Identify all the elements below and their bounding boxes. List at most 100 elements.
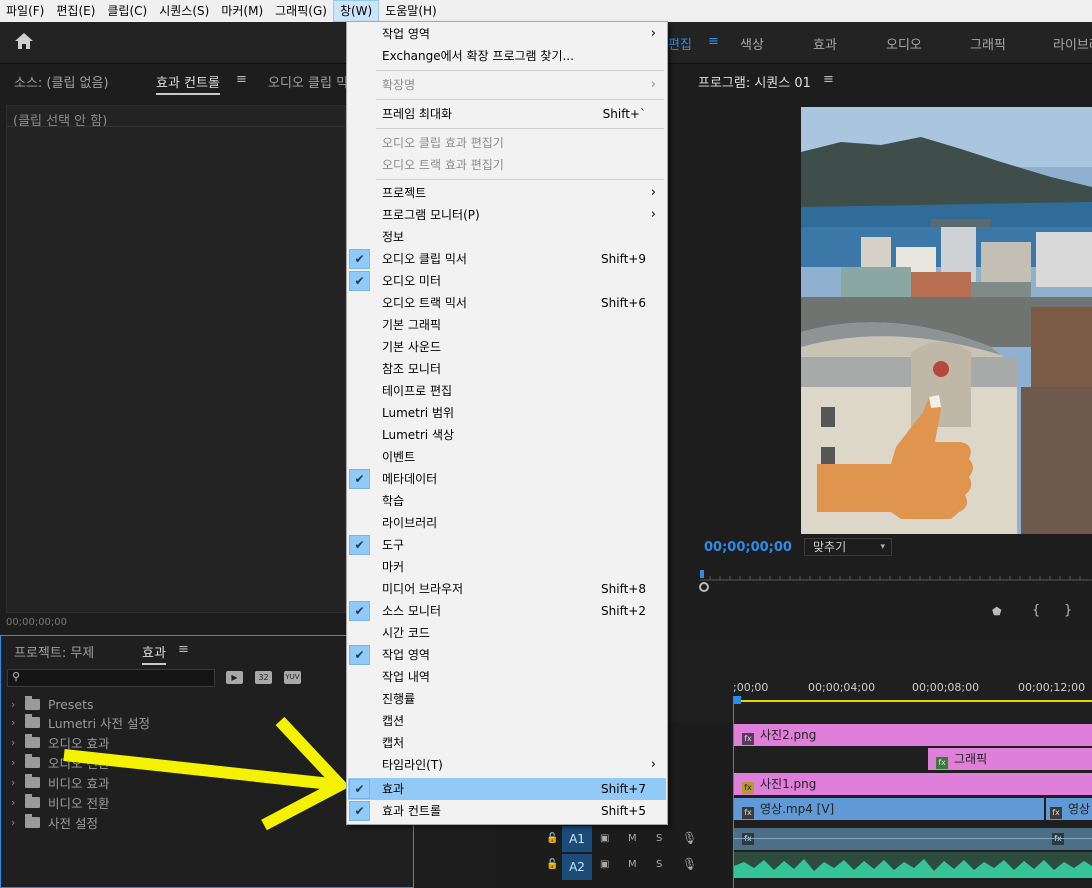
tab-audio-clip-mixer[interactable]: 오디오 클립 믹	[268, 72, 348, 91]
menu-item-events[interactable]: 이벤트	[348, 446, 666, 468]
microphone-icon[interactable]: 🎙	[682, 857, 697, 871]
program-time-ruler[interactable]	[700, 570, 1092, 584]
solo-button-a2[interactable]: S	[656, 859, 662, 870]
solo-button-a1[interactable]: S	[656, 833, 662, 844]
menu-item-essential-graphics[interactable]: 기본 그래픽	[348, 314, 666, 336]
yuv-effects-icon[interactable]: YUV	[284, 671, 301, 684]
menu-help[interactable]: 도움말(H)	[379, 0, 443, 22]
menu-item-libraries[interactable]: 라이브러리	[348, 512, 666, 534]
menu-marker[interactable]: 마커(M)	[215, 0, 269, 22]
menu-item-lumetri-color[interactable]: Lumetri 색상	[348, 424, 666, 446]
clip-video[interactable]: fx 영상.mp4 [V]	[734, 798, 1044, 820]
menu-item-workspaces[interactable]: 작업 영역 ›	[348, 23, 666, 45]
clip-photo1[interactable]: fx 사진1.png	[734, 773, 1092, 795]
mark-in-icon[interactable]: {	[1032, 603, 1040, 618]
menu-graphics[interactable]: 그래픽(G)	[269, 0, 333, 22]
audio-clip-a2[interactable]	[734, 852, 1092, 878]
menu-item-lumetri-scopes[interactable]: Lumetri 범위	[348, 402, 666, 424]
menu-item-source-monitor[interactable]: ✔ 소스 모니터 Shift+2	[348, 600, 666, 622]
menu-item-audio-meters[interactable]: ✔ 오디오 미터	[348, 270, 666, 292]
checkmark-icon: ✔	[349, 801, 370, 821]
menu-clip[interactable]: 클립(C)	[101, 0, 153, 22]
menu-item-audio-clip-mixer[interactable]: ✔ 오디오 클립 믹서 Shift+9	[348, 248, 666, 270]
32bit-effects-icon[interactable]: 32	[255, 671, 272, 684]
fx-icon: fx	[936, 757, 948, 769]
menu-item-essential-sound[interactable]: 기본 사운드	[348, 336, 666, 358]
mute-button-a2[interactable]: M	[628, 859, 637, 870]
menu-item-captions[interactable]: 캡션	[348, 710, 666, 732]
menu-edit[interactable]: 편집(E)	[50, 0, 101, 22]
menu-item-timecode[interactable]: 시간 코드	[348, 622, 666, 644]
menu-item-capture[interactable]: 캡처	[348, 732, 666, 754]
workspace-tab-effects[interactable]: 효과	[813, 34, 837, 53]
menu-item-learn[interactable]: 학습	[348, 490, 666, 512]
menu-item-reference-monitor[interactable]: 참조 모니터	[348, 358, 666, 380]
clip-video-2[interactable]: fx 영상	[1046, 798, 1092, 820]
chevron-right-icon: ›	[11, 697, 16, 711]
chevron-right-icon: ›	[650, 757, 656, 772]
work-area-bar[interactable]	[733, 700, 1092, 702]
menu-item-effect-controls[interactable]: ✔ 효과 컨트롤 Shift+5	[348, 800, 666, 822]
tab-project[interactable]: 프로젝트: 무제	[14, 642, 94, 661]
effects-panel-menu-icon[interactable]: ≡	[178, 642, 189, 657]
program-menu-icon[interactable]: ≡	[823, 72, 834, 87]
tab-effect-controls[interactable]: 효과 컨트롤	[156, 72, 220, 95]
lock-icon[interactable]: 🔓	[546, 859, 558, 870]
chevron-right-icon: ›	[650, 185, 656, 200]
track-target-a1[interactable]: A1	[562, 826, 592, 852]
workspace-tab-audio[interactable]: 오디오	[886, 34, 922, 53]
workspace-tab-color[interactable]: 색상	[740, 34, 764, 53]
menu-item-projects[interactable]: 프로젝트 ›	[348, 182, 666, 204]
tree-item-presets[interactable]: › Presets	[11, 694, 94, 714]
menu-item-program-monitor[interactable]: 프로그램 모니터(P) ›	[348, 204, 666, 226]
menu-item-find-extensions[interactable]: Exchange에서 확장 프로그램 찾기...	[348, 45, 666, 67]
menu-sequence[interactable]: 시퀀스(S)	[153, 0, 215, 22]
menu-item-maximize-frame[interactable]: 프레임 최대화 Shift+`	[348, 103, 666, 125]
menu-item-timelines[interactable]: 타임라인(T) ›	[348, 754, 666, 776]
menu-item-media-browser[interactable]: 미디어 브라우저 Shift+8	[348, 578, 666, 600]
menu-item-history[interactable]: 작업 내역	[348, 666, 666, 688]
menu-item-workspaces-panel[interactable]: ✔ 작업 영역	[348, 644, 666, 666]
sync-lock-icon[interactable]: ▣	[600, 833, 609, 844]
lock-icon[interactable]: 🔓	[546, 833, 558, 844]
mute-button-a1[interactable]: M	[628, 833, 637, 844]
menu-item-audio-track-mixer[interactable]: 오디오 트랙 믹서 Shift+6	[348, 292, 666, 314]
workspace-tab-edit[interactable]: 편집	[668, 34, 692, 53]
menu-item-info[interactable]: 정보	[348, 226, 666, 248]
clip-graphic[interactable]: fx 그래픽	[928, 748, 1092, 770]
workspace-tab-libraries[interactable]: 라이브러	[1053, 34, 1092, 53]
track-target-a2[interactable]: A2	[562, 854, 592, 880]
clip-photo2[interactable]: fx 사진2.png	[734, 724, 1092, 746]
menu-item-markers[interactable]: 마커	[348, 556, 666, 578]
playhead[interactable]	[733, 696, 741, 704]
home-icon[interactable]	[14, 32, 40, 54]
microphone-icon[interactable]: 🎙	[682, 831, 697, 845]
menu-separator	[376, 99, 664, 100]
sync-lock-icon[interactable]: ▣	[600, 859, 609, 870]
tab-effects[interactable]: 효과	[142, 642, 166, 665]
effects-search-input[interactable]: ⚲	[7, 669, 215, 687]
ruler-label-3: 00;00;12;00	[1018, 681, 1086, 694]
playhead-circle-icon[interactable]	[699, 582, 709, 592]
menu-file[interactable]: 파일(F)	[0, 0, 50, 22]
accelerated-effects-icon[interactable]: ▶	[226, 671, 243, 684]
chevron-down-icon: ▾	[880, 542, 885, 552]
menu-item-tools[interactable]: ✔ 도구	[348, 534, 666, 556]
workspace-menu-icon[interactable]: ≡	[708, 34, 719, 49]
workspace-tab-graphics[interactable]: 그래픽	[970, 34, 1006, 53]
panel-menu-icon[interactable]: ≡	[236, 72, 247, 87]
menu-separator	[376, 128, 664, 129]
checkmark-icon: ✔	[349, 271, 370, 291]
fit-dropdown[interactable]: 맞추기 ▾	[804, 538, 892, 556]
menu-window[interactable]: 창(W)	[332, 0, 380, 22]
mark-out-icon[interactable]: }	[1064, 603, 1072, 618]
tab-source[interactable]: 소스: (클립 없음)	[14, 72, 109, 91]
menu-item-metadata[interactable]: ✔ 메타데이터	[348, 468, 666, 490]
ruler-label-1: 00;00;04;00	[808, 681, 876, 694]
marker-icon[interactable]: ⬟	[992, 605, 1002, 618]
menu-item-effects[interactable]: ✔ 효과 Shift+7	[348, 778, 666, 800]
menu-item-progress[interactable]: 진행률	[348, 688, 666, 710]
menu-item-audio-clip-effect-editor: 오디오 클립 효과 편집기	[382, 136, 504, 150]
audio-clip-a1[interactable]: fx fx	[734, 828, 1092, 850]
menu-item-edit-to-tape[interactable]: 테이프로 편집	[348, 380, 666, 402]
